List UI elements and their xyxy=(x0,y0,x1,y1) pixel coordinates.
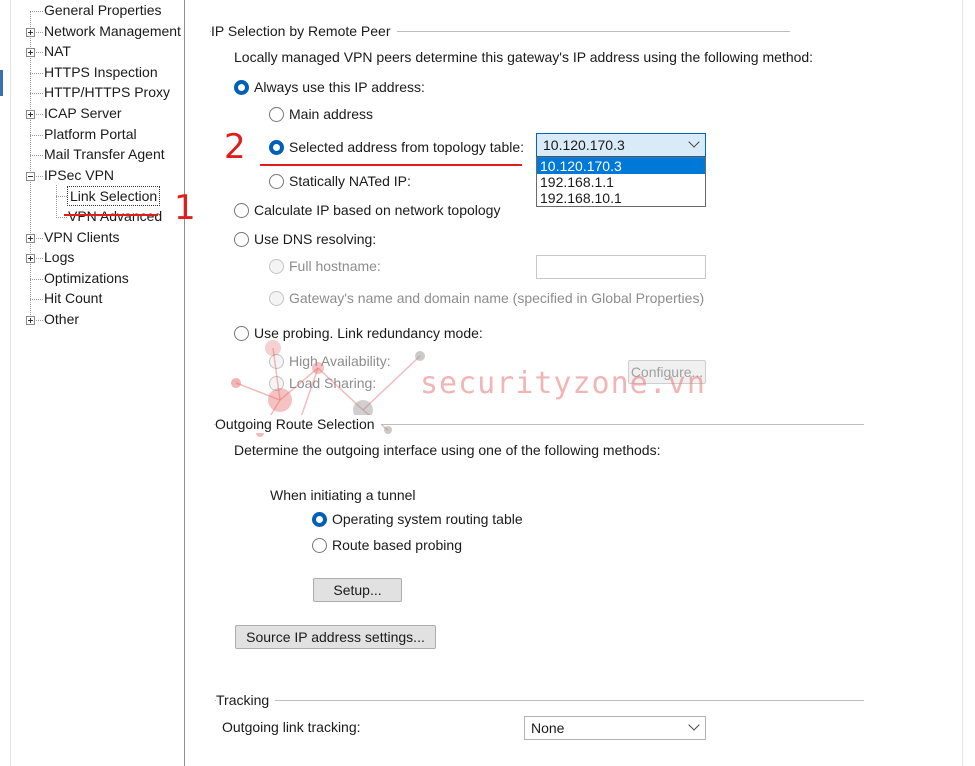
expand-icon[interactable] xyxy=(26,27,35,37)
topology-dropdown-list[interactable]: 10.120.170.3 192.168.1.1 192.168.10.1 xyxy=(536,157,706,207)
tree-item-https-inspection[interactable]: HTTPS Inspection xyxy=(44,62,158,82)
route-probing-radio[interactable] xyxy=(312,538,327,553)
watermark-text: securityzone.vn xyxy=(420,366,706,401)
tree-item-other[interactable]: Other xyxy=(44,309,79,329)
statically-nated-radio[interactable] xyxy=(269,174,284,189)
left-window-edge xyxy=(0,0,11,766)
ip-selection-description: Locally managed VPN peers determine this… xyxy=(234,49,814,65)
outgoing-link-tracking-value: None xyxy=(531,720,565,736)
gateway-name-label: Gateway's name and domain name (specifie… xyxy=(289,290,705,306)
topology-address-combo[interactable]: 10.120.170.3 xyxy=(536,133,706,157)
statically-nated-label[interactable]: Statically NATed IP: xyxy=(289,172,411,190)
tree-connector xyxy=(56,185,57,219)
tree-connector xyxy=(30,278,43,280)
tree-item-nat[interactable]: NAT xyxy=(44,41,71,61)
dropdown-option[interactable]: 10.120.170.3 xyxy=(537,158,705,174)
collapse-icon[interactable] xyxy=(26,171,35,181)
tree-item-icap-server[interactable]: ICAP Server xyxy=(44,103,122,123)
tree-connector xyxy=(30,155,43,157)
tree-item-logs[interactable]: Logs xyxy=(44,247,74,267)
tree-item-platform-portal[interactable]: Platform Portal xyxy=(44,124,137,144)
tree-connector xyxy=(30,93,43,95)
topology-combo-value: 10.120.170.3 xyxy=(543,137,625,153)
chevron-down-icon[interactable] xyxy=(688,136,700,148)
calculate-ip-radio[interactable] xyxy=(234,203,249,218)
tree-item-vpn-advanced[interactable]: VPN Advanced xyxy=(68,206,162,226)
tree-connector xyxy=(30,299,43,301)
main-address-label[interactable]: Main address xyxy=(289,105,373,123)
full-hostname-label: Full hostname: xyxy=(289,258,381,274)
gateway-name-radio[interactable] xyxy=(269,291,284,306)
tree-connector xyxy=(30,11,43,12)
tree-item-optimizations[interactable]: Optimizations xyxy=(44,268,129,288)
annotation-underline-1 xyxy=(64,214,158,216)
os-routing-radio[interactable] xyxy=(312,512,327,527)
when-initiating-label: When initiating a tunnel xyxy=(270,487,416,503)
always-use-ip-label[interactable]: Always use this IP address: xyxy=(254,78,425,96)
ip-selection-title: IP Selection by Remote Peer xyxy=(211,22,397,40)
full-hostname-input[interactable] xyxy=(536,255,706,279)
tree-connector xyxy=(56,196,67,198)
outgoing-link-tracking-combo[interactable]: None xyxy=(524,716,706,740)
tree-item-vpn-clients[interactable]: VPN Clients xyxy=(44,227,119,247)
dropdown-option[interactable]: 192.168.10.1 xyxy=(537,190,705,206)
chevron-down-icon[interactable] xyxy=(688,719,700,731)
use-dns-radio[interactable] xyxy=(234,232,249,247)
route-probing-label[interactable]: Route based probing xyxy=(332,536,462,554)
expand-icon[interactable] xyxy=(26,316,35,325)
outgoing-route-description: Determine the outgoing interface using o… xyxy=(234,442,661,458)
tree-item-link-selection[interactable]: Link Selection xyxy=(67,186,161,207)
edge-highlight xyxy=(0,70,3,96)
annotation-underline-2 xyxy=(260,164,522,166)
use-dns-label[interactable]: Use DNS resolving: xyxy=(254,230,376,248)
full-hostname-radio[interactable] xyxy=(269,259,284,274)
outgoing-route-title: Outgoing Route Selection xyxy=(215,415,381,433)
selected-topology-label[interactable]: Selected address from topology table: xyxy=(289,138,524,156)
tree-item-ipsec-vpn[interactable]: IPSec VPN xyxy=(44,165,114,185)
tree-item-hit-count[interactable]: Hit Count xyxy=(44,288,102,308)
dropdown-option[interactable]: 192.168.1.1 xyxy=(537,174,705,190)
right-window-edge xyxy=(962,0,975,766)
tree-connector xyxy=(30,134,43,136)
calculate-ip-label[interactable]: Calculate IP based on network topology xyxy=(254,201,500,219)
tree-connector xyxy=(30,72,43,74)
outgoing-link-tracking-label: Outgoing link tracking: xyxy=(222,719,361,735)
source-ip-settings-button[interactable]: Source IP address settings... xyxy=(235,625,436,649)
expand-icon[interactable] xyxy=(26,48,35,58)
main-address-radio[interactable] xyxy=(269,107,284,122)
annotation-step-1: 1 xyxy=(174,188,196,228)
selected-topology-radio[interactable] xyxy=(269,140,284,155)
tree-item-http-https-proxy[interactable]: HTTP/HTTPS Proxy xyxy=(44,82,170,102)
expand-icon[interactable] xyxy=(26,110,35,119)
annotation-step-2: 2 xyxy=(224,127,246,167)
tree-item-general-properties[interactable]: General Properties xyxy=(44,0,162,20)
expand-icon[interactable] xyxy=(26,254,35,264)
tree-connector xyxy=(30,12,31,321)
tree-connector xyxy=(56,217,67,218)
setup-button[interactable]: Setup... xyxy=(313,578,402,602)
tracking-title: Tracking xyxy=(216,691,276,709)
group-divider xyxy=(215,700,864,701)
navigation-tree[interactable]: General Properties Network Management NAT H… xyxy=(14,0,185,766)
tree-item-mail-transfer-agent[interactable]: Mail Transfer Agent xyxy=(44,144,165,164)
tree-item-network-management[interactable]: Network Management xyxy=(44,21,181,41)
always-use-ip-radio[interactable] xyxy=(234,80,249,95)
expand-icon[interactable] xyxy=(26,233,35,243)
os-routing-label[interactable]: Operating system routing table xyxy=(332,510,523,528)
